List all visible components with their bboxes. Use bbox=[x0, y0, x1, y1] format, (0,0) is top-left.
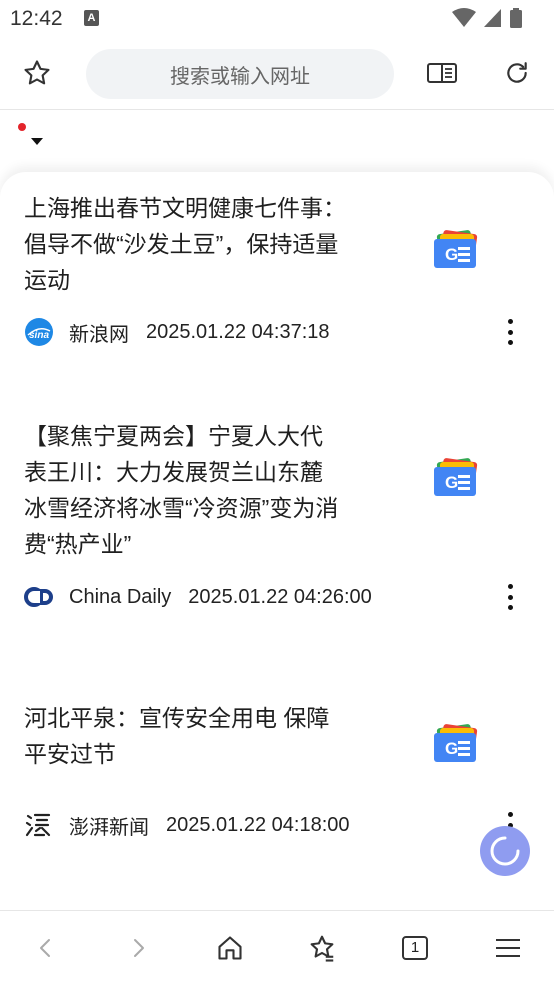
browser-toolbar: 搜索或输入网址 bbox=[0, 44, 554, 106]
article-title[interactable]: 河北平泉：宣传安全用电 保障 平安过节 bbox=[24, 700, 374, 772]
article-title-line: 上海推出春节文明健康七件事： bbox=[24, 195, 346, 221]
more-options-icon[interactable] bbox=[496, 580, 524, 614]
article-title[interactable]: 【聚焦宁夏两会】宁夏人大代 表王川：大力发展贺兰山东麓 冰雪经济将冰雪“冷资源”… bbox=[24, 418, 374, 562]
publish-time: 2025.01.22 04:26:00 bbox=[188, 585, 372, 608]
chevron-down-icon[interactable] bbox=[31, 138, 43, 145]
source-name: China Daily bbox=[69, 585, 172, 608]
search-input[interactable]: 搜索或输入网址 bbox=[86, 49, 394, 99]
article-meta: sina 新浪网 2025.01.22 04:37:18 bbox=[24, 317, 330, 347]
article-title-line: 费“热产业” bbox=[24, 531, 132, 557]
article-meta: China Daily 2025.01.22 04:26:00 bbox=[24, 582, 372, 612]
svg-text:G: G bbox=[445, 245, 458, 264]
bottom-navigation: 1 bbox=[0, 910, 554, 985]
tab-count: 1 bbox=[402, 936, 428, 960]
bookmark-star-icon[interactable] bbox=[20, 56, 54, 90]
forward-icon[interactable] bbox=[121, 931, 155, 965]
article-title-line: 表王川：大力发展贺兰山东麓 bbox=[24, 459, 323, 485]
article-meta: 澎湃新闻 2025.01.22 04:18:00 bbox=[24, 810, 350, 840]
google-news-icon: G bbox=[432, 458, 480, 498]
article-title-line: 【聚焦宁夏两会】宁夏人大代 bbox=[24, 423, 323, 449]
more-options-icon[interactable] bbox=[496, 315, 524, 349]
menu-icon[interactable] bbox=[491, 931, 525, 965]
article-title-line: 平安过节 bbox=[24, 741, 116, 767]
publish-time: 2025.01.22 04:18:00 bbox=[166, 813, 350, 836]
reader-mode-icon[interactable] bbox=[425, 56, 459, 90]
publish-time: 2025.01.22 04:37:18 bbox=[146, 320, 330, 343]
status-time: 12:42 bbox=[10, 7, 63, 30]
loading-spinner-icon bbox=[480, 826, 530, 876]
status-bar: 12:42 A bbox=[0, 0, 554, 38]
article-title-line: 倡导不做“沙发土豆”，保持适量 bbox=[24, 231, 339, 257]
status-icons bbox=[452, 8, 522, 33]
refresh-icon[interactable] bbox=[500, 56, 534, 90]
bookmarks-icon[interactable] bbox=[305, 931, 339, 965]
tabs-icon[interactable]: 1 bbox=[398, 931, 432, 965]
svg-text:sina: sina bbox=[29, 330, 49, 341]
china-daily-logo-icon bbox=[24, 582, 54, 612]
source-name: 澎湃新闻 bbox=[69, 816, 149, 839]
article-title[interactable]: 上海推出春节文明健康七件事： 倡导不做“沙发土豆”，保持适量 运动 bbox=[24, 190, 374, 298]
google-news-icon: G bbox=[432, 230, 480, 270]
search-placeholder: 搜索或输入网址 bbox=[170, 65, 310, 88]
article-title-line: 运动 bbox=[24, 267, 70, 293]
signal-icon bbox=[484, 8, 502, 33]
battery-icon bbox=[510, 8, 522, 33]
source-name: 新浪网 bbox=[69, 323, 129, 346]
sina-logo-icon: sina bbox=[24, 317, 54, 347]
article-title-line: 河北平泉：宣传安全用电 保障 bbox=[24, 705, 330, 731]
article-title-line: 冰雪经济将冰雪“冷资源”变为消 bbox=[24, 495, 339, 521]
notification-icon: A bbox=[84, 10, 99, 26]
svg-text:G: G bbox=[445, 473, 458, 492]
toolbar-divider bbox=[0, 109, 554, 110]
thepaper-logo-icon bbox=[24, 810, 54, 840]
news-feed: 上海推出春节文明健康七件事： 倡导不做“沙发土豆”，保持适量 运动 G sina… bbox=[0, 172, 554, 910]
red-dot-indicator bbox=[18, 123, 26, 131]
google-news-icon: G bbox=[432, 724, 480, 764]
svg-text:G: G bbox=[445, 739, 458, 758]
wifi-icon bbox=[452, 8, 476, 33]
back-icon[interactable] bbox=[29, 931, 63, 965]
home-icon[interactable] bbox=[213, 931, 247, 965]
